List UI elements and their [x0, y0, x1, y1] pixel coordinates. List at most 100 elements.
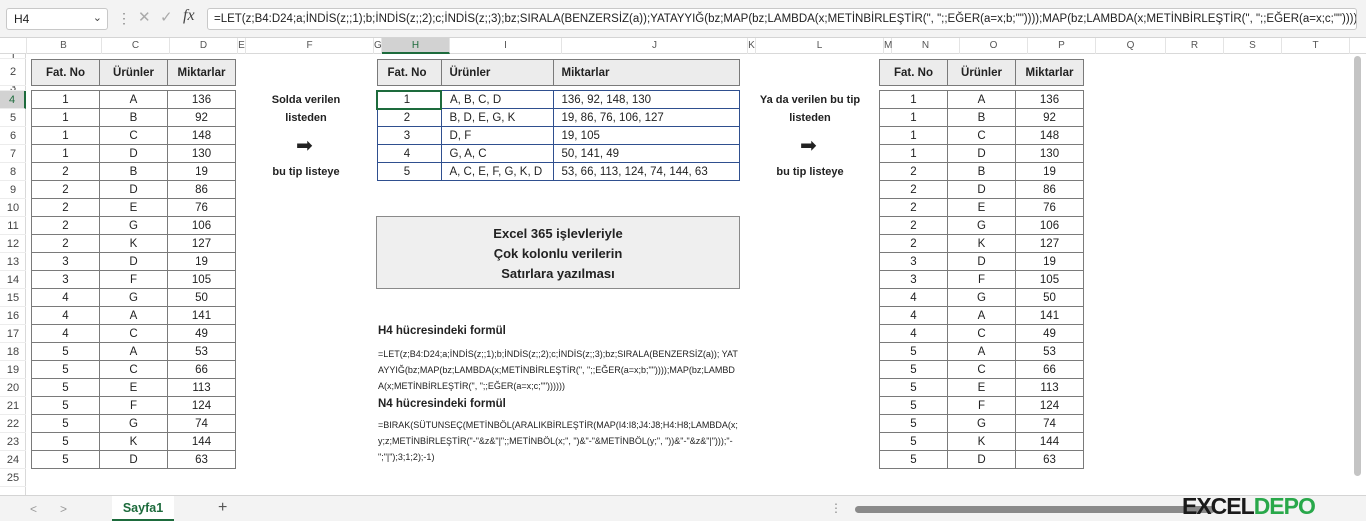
table-cell[interactable]: 106	[1015, 216, 1084, 235]
column-header-F[interactable]: F	[246, 38, 374, 54]
table-cell[interactable]: 2	[879, 234, 948, 253]
table-cell[interactable]: E	[947, 378, 1016, 397]
sheet-tab[interactable]: Sayfa1	[112, 496, 174, 521]
table-cell[interactable]: 2	[31, 180, 100, 199]
table-cell[interactable]: G	[99, 288, 168, 307]
table-cell[interactable]: 50, 141, 49	[552, 144, 740, 163]
table-cell[interactable]: A, B, C, D	[440, 90, 554, 109]
table-cell[interactable]: 50	[1015, 288, 1084, 307]
table-cell[interactable]: E	[947, 198, 1016, 217]
row-header-8[interactable]: 8	[0, 163, 26, 181]
table-cell[interactable]: 1	[879, 108, 948, 127]
table-cell[interactable]: 5	[31, 378, 100, 397]
table-cell[interactable]: D	[99, 252, 168, 271]
table-cell[interactable]: 5	[879, 414, 948, 433]
table-cell[interactable]: 1	[376, 89, 442, 110]
table-cell[interactable]: 5	[879, 450, 948, 469]
table-cell[interactable]: 2	[879, 180, 948, 199]
table-cell[interactable]: 4	[31, 306, 100, 325]
column-header-T[interactable]: T	[1282, 38, 1350, 54]
table-cell[interactable]: 49	[167, 324, 236, 343]
table-cell[interactable]: 1	[879, 90, 948, 109]
column-header-H[interactable]: H	[382, 38, 450, 54]
table-cell[interactable]: G	[947, 216, 1016, 235]
table-cell[interactable]: 5	[31, 432, 100, 451]
table-cell[interactable]: C	[947, 126, 1016, 145]
scroll-right-icon[interactable]: >	[60, 502, 67, 516]
table-cell[interactable]: 5	[31, 342, 100, 361]
row-header-21[interactable]: 21	[0, 397, 26, 415]
table-cell[interactable]: D	[99, 144, 168, 163]
table-cell[interactable]: K	[947, 234, 1016, 253]
table-cell[interactable]: B	[947, 108, 1016, 127]
table-cell[interactable]: 3	[31, 252, 100, 271]
row-header-9[interactable]: 9	[0, 181, 26, 199]
table-cell[interactable]: F	[947, 270, 1016, 289]
vertical-scrollbar[interactable]	[1352, 44, 1364, 489]
table-cell[interactable]: 4	[31, 324, 100, 343]
table-cell[interactable]: 105	[1015, 270, 1084, 289]
table-cell[interactable]: 141	[167, 306, 236, 325]
table-cell[interactable]: 19	[167, 162, 236, 181]
table-cell[interactable]: D	[947, 180, 1016, 199]
table-cell[interactable]: A	[99, 306, 168, 325]
table-cell[interactable]: F	[947, 396, 1016, 415]
table-cell[interactable]: 66	[1015, 360, 1084, 379]
table-cell[interactable]: 5	[31, 360, 100, 379]
row-header-14[interactable]: 14	[0, 271, 26, 289]
column-header-Q[interactable]: Q	[1096, 38, 1166, 54]
table-cell[interactable]: 127	[167, 234, 236, 253]
table-cell[interactable]: 141	[1015, 306, 1084, 325]
table-cell[interactable]: 2	[376, 108, 442, 127]
row-header-17[interactable]: 17	[0, 325, 26, 343]
table-cell[interactable]: 63	[1015, 450, 1084, 469]
row-header-23[interactable]: 23	[0, 433, 26, 451]
table-cell[interactable]: A	[99, 342, 168, 361]
table-cell[interactable]: 92	[1015, 108, 1084, 127]
table-cell[interactable]: 4	[31, 288, 100, 307]
column-header-C[interactable]: C	[102, 38, 170, 54]
table-cell[interactable]: 66	[167, 360, 236, 379]
table-cell[interactable]: 19	[1015, 252, 1084, 271]
table-cell[interactable]: D	[947, 252, 1016, 271]
column-header-L[interactable]: L	[756, 38, 884, 54]
table-cell[interactable]: 144	[1015, 432, 1084, 451]
table-cell[interactable]: 53	[1015, 342, 1084, 361]
table-cell[interactable]: 49	[1015, 324, 1084, 343]
insert-function-icon[interactable]: fx	[183, 7, 195, 25]
column-header-O[interactable]: O	[960, 38, 1028, 54]
table-cell[interactable]: 2	[879, 162, 948, 181]
table-cell[interactable]: 113	[1015, 378, 1084, 397]
table-cell[interactable]: A	[947, 90, 1016, 109]
table-cell[interactable]: 1	[31, 126, 100, 145]
table-cell[interactable]: 5	[879, 432, 948, 451]
row-header-5[interactable]: 5	[0, 109, 26, 127]
table-cell[interactable]: 5	[879, 378, 948, 397]
table-cell[interactable]: 130	[1015, 144, 1084, 163]
table-cell[interactable]: C	[99, 324, 168, 343]
row-header-24[interactable]: 24	[0, 451, 26, 469]
row-header-12[interactable]: 12	[0, 235, 26, 253]
table-cell[interactable]: 2	[31, 198, 100, 217]
table-cell[interactable]: 5	[879, 360, 948, 379]
table-cell[interactable]: 2	[31, 162, 100, 181]
table-cell[interactable]: 5	[376, 162, 442, 181]
table-cell[interactable]: F	[99, 396, 168, 415]
table-cell[interactable]: 76	[167, 198, 236, 217]
column-header-D[interactable]: D	[170, 38, 238, 54]
table-cell[interactable]: 4	[879, 288, 948, 307]
row-header-25[interactable]: 25	[0, 469, 26, 487]
table-cell[interactable]: G	[99, 216, 168, 235]
table-cell[interactable]: 2	[879, 198, 948, 217]
add-sheet-icon[interactable]: +	[218, 499, 227, 517]
table-cell[interactable]: 3	[31, 270, 100, 289]
table-cell[interactable]: B	[99, 162, 168, 181]
column-header-G[interactable]: G	[374, 38, 382, 54]
table-cell[interactable]: G	[947, 414, 1016, 433]
table-cell[interactable]: 136	[167, 90, 236, 109]
row-header-10[interactable]: 10	[0, 199, 26, 217]
table-cell[interactable]: F	[99, 270, 168, 289]
table-cell[interactable]: D	[947, 144, 1016, 163]
table-cell[interactable]: 50	[167, 288, 236, 307]
row-header-22[interactable]: 22	[0, 415, 26, 433]
